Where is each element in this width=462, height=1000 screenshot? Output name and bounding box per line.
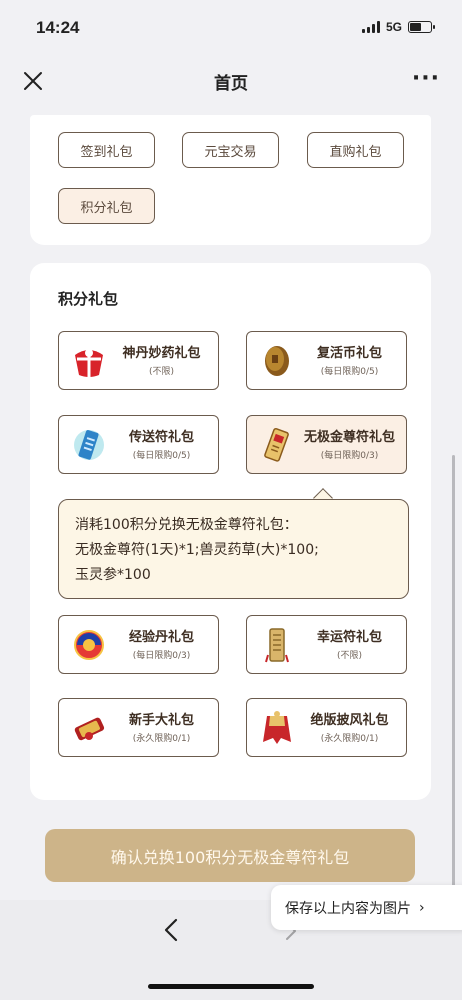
section-title: 积分礼包 bbox=[58, 290, 119, 308]
status-time: 14:24 bbox=[36, 18, 80, 37]
item-name: 复活币礼包 bbox=[316, 345, 382, 361]
gift-detail-tooltip: 消耗100积分兑换无极金尊符礼包： 无极金尊符(1天)*1;兽灵药草(大)*10… bbox=[58, 499, 409, 599]
tooltip-line: 无极金尊符(1天)*1;兽灵药草(大)*100; bbox=[75, 542, 319, 558]
back-arrow-icon[interactable] bbox=[160, 915, 182, 945]
save-pill-label: 保存以上内容为图片 bbox=[285, 900, 411, 917]
gift-category-card: 签到礼包 元宝交易 直购礼包 积分礼包 bbox=[30, 115, 431, 245]
experience-pill-icon bbox=[69, 625, 109, 665]
page-title: 首页 bbox=[214, 74, 248, 94]
item-limit: (不限) bbox=[336, 650, 363, 661]
gift-item-exp-pill[interactable]: 经验丹礼包 (每日限购0/3) bbox=[58, 615, 219, 674]
item-name: 幸运符礼包 bbox=[316, 629, 382, 645]
item-name: 绝版披风礼包 bbox=[310, 712, 389, 728]
scrollbar[interactable] bbox=[452, 455, 455, 895]
chevron-right-icon: › bbox=[419, 899, 425, 916]
home-indicator[interactable] bbox=[148, 984, 314, 989]
item-limit: (不限) bbox=[148, 366, 175, 377]
blue-talisman-icon bbox=[69, 425, 109, 465]
item-name: 无极金尊符礼包 bbox=[303, 429, 395, 445]
tab-yuanbao-trade[interactable]: 元宝交易 bbox=[182, 132, 279, 168]
save-as-image-button[interactable]: 保存以上内容为图片 › bbox=[271, 885, 462, 930]
gift-item-newbie[interactable]: 新手大礼包 (永久限购0/1) bbox=[58, 698, 219, 757]
item-limit: (每日限购0/5) bbox=[320, 366, 379, 377]
newbie-scroll-icon bbox=[69, 708, 109, 748]
tooltip-line: 消耗100积分兑换无极金尊符礼包： bbox=[75, 517, 298, 533]
bronze-coin-icon bbox=[257, 341, 297, 381]
nav-bar: 首页 ··· bbox=[0, 56, 462, 106]
confirm-exchange-button[interactable]: 确认兑换100积分无极金尊符礼包 bbox=[45, 829, 415, 882]
item-name: 新手大礼包 bbox=[128, 712, 194, 728]
item-limit: (每日限购0/3) bbox=[320, 450, 379, 461]
luck-talisman-icon bbox=[257, 625, 297, 665]
confirm-button-label: 确认兑换100积分无极金尊符礼包 bbox=[110, 847, 350, 867]
cape-icon bbox=[257, 708, 297, 748]
gold-talisman-icon bbox=[257, 425, 297, 465]
item-limit: (每日限购0/3) bbox=[132, 650, 191, 661]
network-type: 5G bbox=[385, 20, 402, 34]
item-limit: (每日限购0/5) bbox=[132, 450, 191, 461]
item-name: 经验丹礼包 bbox=[128, 629, 194, 645]
battery-icon bbox=[408, 21, 435, 33]
points-gift-card: 积分礼包 神丹妙药礼包 (不限) 复活币礼包 (每日限购0/5) 传送符礼包 (每日限… bbox=[30, 263, 431, 800]
item-limit: (永久限购0/1) bbox=[320, 733, 379, 744]
status-bar: 14:24 5G bbox=[0, 0, 462, 56]
tooltip-line: 玉灵参*100 bbox=[75, 567, 151, 583]
tab-signin-gift[interactable]: 签到礼包 bbox=[58, 132, 155, 168]
tab-label: 签到礼包 bbox=[80, 144, 133, 160]
red-gift-bag-icon bbox=[69, 341, 109, 381]
tab-direct-purchase[interactable]: 直购礼包 bbox=[307, 132, 404, 168]
more-menu-icon[interactable]: ··· bbox=[412, 66, 440, 91]
gift-item-teleport[interactable]: 传送符礼包 (每日限购0/5) bbox=[58, 415, 219, 474]
gift-item-shendan[interactable]: 神丹妙药礼包 (不限) bbox=[58, 331, 219, 390]
item-limit: (永久限购0/1) bbox=[132, 733, 191, 744]
gift-item-wuji-talisman[interactable]: 无极金尊符礼包 (每日限购0/3) bbox=[246, 415, 407, 474]
gift-item-revive-coin[interactable]: 复活币礼包 (每日限购0/5) bbox=[246, 331, 407, 390]
gift-item-luck-talisman[interactable]: 幸运符礼包 (不限) bbox=[246, 615, 407, 674]
tab-points-gift[interactable]: 积分礼包 bbox=[58, 188, 155, 224]
item-name: 神丹妙药礼包 bbox=[122, 345, 201, 361]
status-indicators: 5G bbox=[361, 20, 435, 34]
tab-label: 直购礼包 bbox=[329, 144, 382, 160]
tab-label: 积分礼包 bbox=[80, 200, 133, 216]
signal-icon bbox=[361, 21, 380, 33]
tab-label: 元宝交易 bbox=[204, 144, 257, 160]
gift-item-cape[interactable]: 绝版披风礼包 (永久限购0/1) bbox=[246, 698, 407, 757]
item-name: 传送符礼包 bbox=[128, 429, 194, 445]
